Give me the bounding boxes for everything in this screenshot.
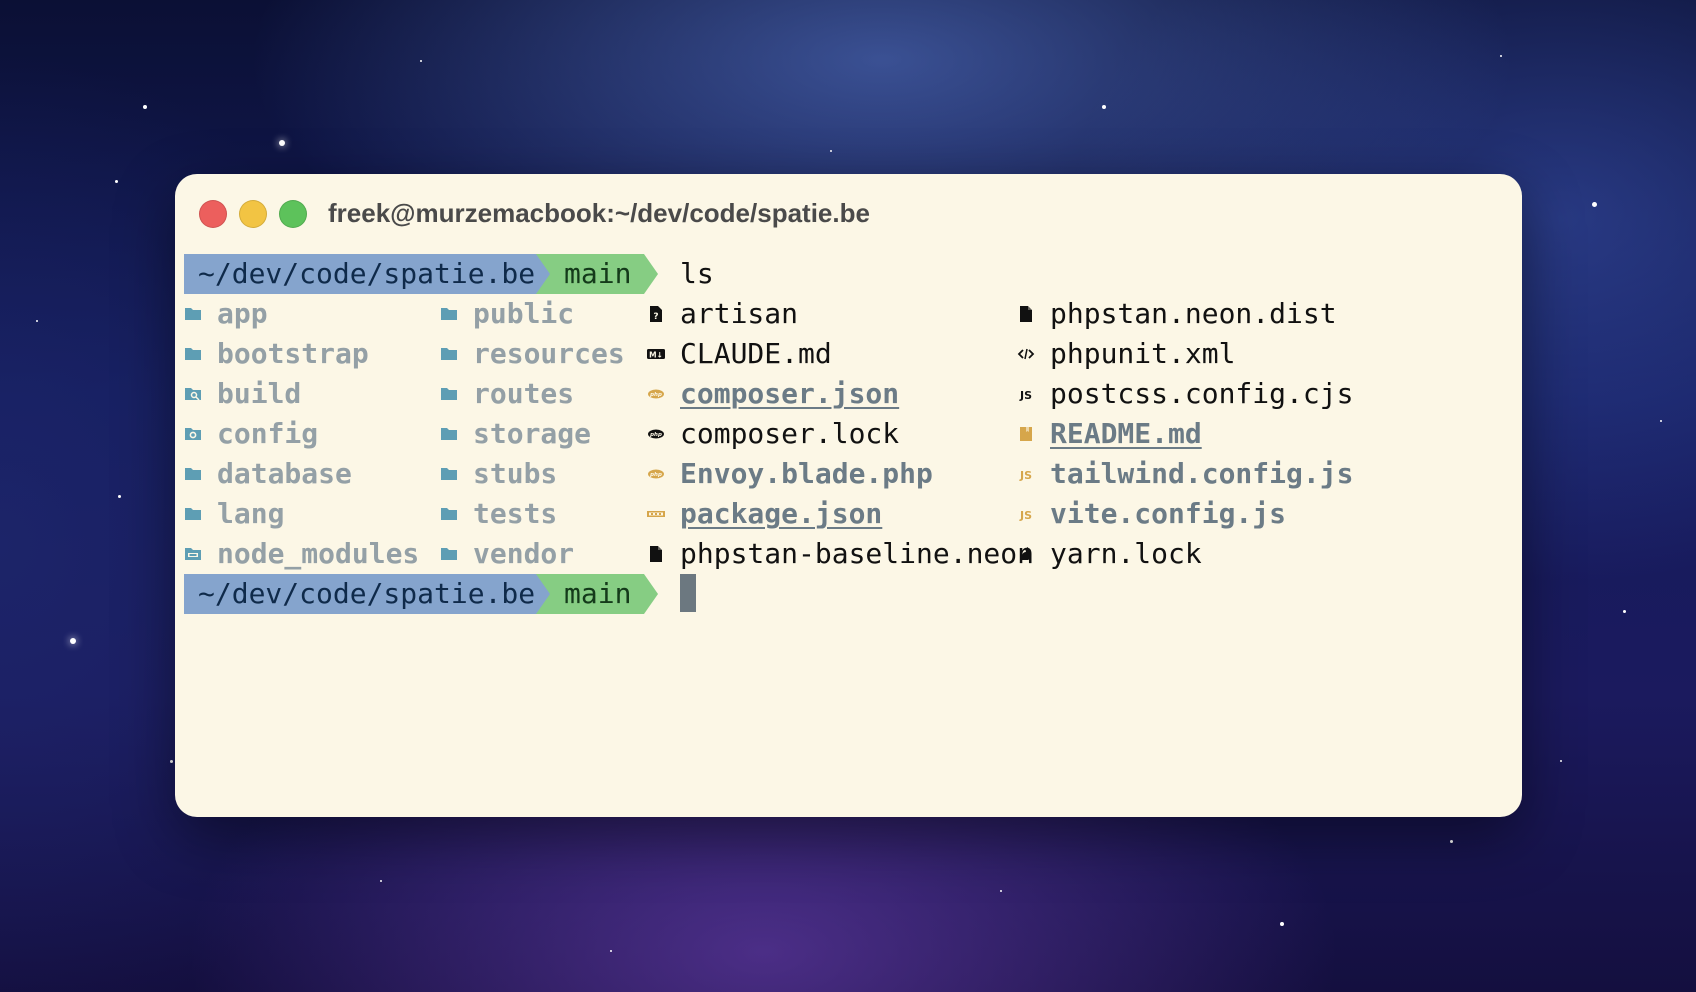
svg-text:php: php: [649, 392, 662, 398]
prompt-branch-segment: main: [536, 254, 644, 294]
svg-text:JS: JS: [1019, 469, 1032, 482]
npm-icon: [647, 511, 665, 517]
powerline-arrow-icon: [536, 574, 550, 614]
prompt-path-segment: ~/dev/code/spatie.be: [184, 574, 536, 614]
file-name: phpstan-baseline.neon: [680, 537, 1035, 570]
folder-icon: [441, 548, 457, 560]
svg-text:php: php: [649, 472, 662, 478]
folder-search-icon: [185, 388, 201, 401]
file-name: tailwind.config.js: [1050, 457, 1354, 490]
code-icon: [1017, 348, 1035, 360]
directory-name: public: [473, 297, 575, 330]
file-icon: [1020, 306, 1032, 322]
folder-icon: [185, 468, 201, 480]
file-name: vite.config.js: [1050, 497, 1287, 530]
book-icon: [1020, 427, 1032, 441]
folder-icon: [185, 348, 201, 360]
powerline-arrow-icon: [644, 574, 658, 614]
directory-name: tests: [473, 497, 558, 530]
directory-name: vendor: [473, 537, 575, 570]
file-name: Envoy.blade.php: [680, 457, 933, 490]
folder-icon: [441, 388, 457, 400]
directory-name: stubs: [473, 457, 558, 490]
php-icon: php: [648, 429, 664, 439]
directory-name: database: [217, 457, 352, 490]
file-name: artisan: [680, 297, 799, 330]
zoom-button[interactable]: [279, 200, 307, 228]
folder-gear-icon: [185, 428, 201, 440]
folder-icon: [441, 308, 457, 320]
ls-output: app bootstrap build config database lang…: [184, 294, 1522, 574]
terminal-content[interactable]: ~/dev/code/spatie.be main ls app bootstr…: [184, 254, 1522, 614]
minimize-button[interactable]: [239, 200, 267, 228]
window-title: freek@murzemacbook:~/dev/code/spatie.be: [328, 198, 870, 228]
folder-npm-icon: [185, 548, 201, 560]
directory-name: bootstrap: [217, 337, 369, 370]
folder-icon: [441, 468, 457, 480]
prompt-line: ~/dev/code/spatie.be main ls: [184, 254, 1522, 294]
file-name: README.md: [1050, 417, 1202, 450]
svg-text:JS: JS: [1019, 389, 1032, 402]
folder-icon: [441, 508, 457, 520]
prompt-path-segment: ~/dev/code/spatie.be: [184, 254, 536, 294]
folder-icon: [441, 348, 457, 360]
close-button[interactable]: [199, 200, 227, 228]
directory-name: config: [217, 417, 319, 450]
svg-text:JS: JS: [1019, 509, 1032, 522]
file-name: package.json: [680, 497, 883, 530]
prompt-line: ~/dev/code/spatie.be main: [184, 574, 1522, 614]
yarn-icon: [1021, 547, 1032, 560]
terminal-window: freek@murzemacbook:~/dev/code/spatie.be …: [175, 174, 1522, 817]
folder-icon: [185, 308, 201, 320]
file-name: composer.lock: [680, 417, 900, 450]
folder-icon: [441, 428, 457, 440]
svg-text:php: php: [649, 432, 662, 438]
js-icon: JS: [1019, 389, 1032, 402]
file-icon: [650, 546, 662, 562]
directory-name: build: [217, 377, 302, 410]
markdown-icon: M↓: [647, 349, 665, 360]
file-name: postcss.config.cjs: [1050, 377, 1354, 410]
file-name: CLAUDE.md: [680, 337, 832, 370]
php-icon: php: [648, 389, 664, 399]
js-icon: JS: [1019, 469, 1032, 482]
file-name: composer.json: [680, 377, 900, 410]
powerline-arrow-icon: [644, 254, 658, 294]
command-text: ls: [680, 257, 714, 290]
svg-text:?: ?: [653, 312, 658, 322]
file-name: phpunit.xml: [1050, 337, 1236, 370]
prompt-branch-segment: main: [536, 574, 644, 614]
powerline-arrow-icon: [536, 254, 550, 294]
text-cursor: [680, 574, 696, 612]
directory-name: app: [217, 297, 268, 330]
directory-name: resources: [473, 337, 625, 370]
file-name: phpstan.neon.dist: [1050, 297, 1337, 330]
directory-name: node_modules: [217, 537, 420, 570]
title-bar: freek@murzemacbook:~/dev/code/spatie.be: [175, 174, 1522, 254]
php-icon: php: [648, 469, 664, 479]
file-unknown-icon: ?: [650, 306, 662, 322]
svg-text:M↓: M↓: [649, 351, 663, 360]
folder-icon: [185, 508, 201, 520]
file-name: yarn.lock: [1050, 537, 1202, 570]
directory-name: routes: [473, 377, 575, 410]
directory-name: lang: [217, 497, 285, 530]
js-icon: JS: [1019, 509, 1032, 522]
directory-name: storage: [473, 417, 592, 450]
